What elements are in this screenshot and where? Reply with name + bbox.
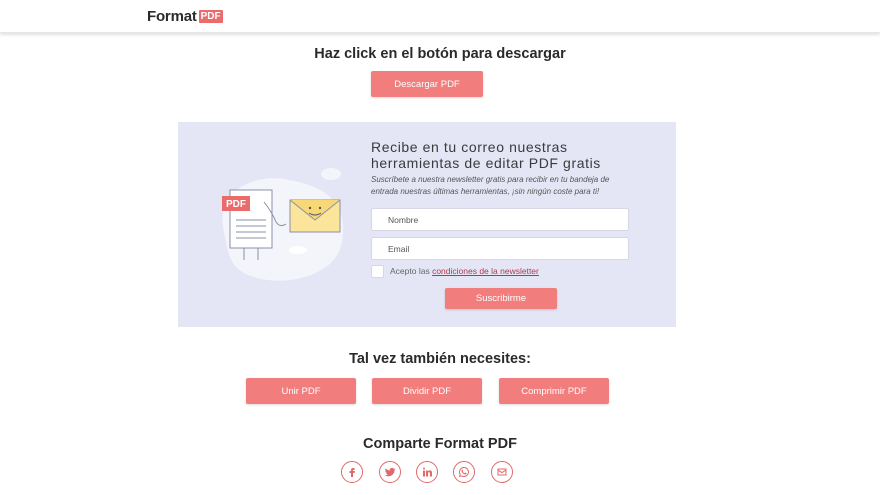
terms-checkbox[interactable] [371, 265, 384, 278]
email-icon [497, 468, 507, 476]
logo-badge: PDF [198, 10, 223, 23]
download-title: Haz click en el botón para descargar [314, 46, 566, 62]
merge-pdf-button[interactable]: Unir PDF [246, 378, 356, 404]
subscribe-button[interactable]: Suscribirme [445, 288, 557, 309]
newsletter-subtitle: Suscríbete a nuestra newsletter gratis p… [371, 175, 610, 196]
facebook-icon [349, 468, 355, 477]
site-header: Format PDF [0, 0, 880, 33]
illustration-badge: PDF [226, 199, 246, 210]
terms-link[interactable]: condiciones de la newsletter [432, 266, 539, 276]
terms-label: Acepto las condiciones de la newsletter [390, 266, 539, 276]
newsletter-title: Recibe en tu correo nuestras herramienta… [371, 139, 601, 171]
whatsapp-share-button[interactable] [453, 461, 475, 483]
twitter-icon [385, 467, 396, 477]
linkedin-icon [423, 467, 432, 477]
name-input[interactable] [371, 208, 629, 231]
newsletter-illustration: PDF [222, 168, 344, 281]
newsletter-panel: PDF Recibe en tu correo nuestras herrami… [178, 122, 676, 327]
share-title: Comparte Format PDF [363, 436, 517, 452]
linkedin-share-button[interactable] [416, 461, 438, 483]
twitter-share-button[interactable] [379, 461, 401, 483]
facebook-share-button[interactable] [341, 461, 363, 483]
email-input[interactable] [371, 237, 629, 260]
email-share-button[interactable] [491, 461, 513, 483]
format-pdf-logo[interactable]: Format PDF [147, 8, 223, 25]
compress-pdf-button[interactable]: Comprimir PDF [499, 378, 609, 404]
split-pdf-button[interactable]: Dividir PDF [372, 378, 482, 404]
related-tools-title: Tal vez también necesites: [349, 351, 531, 367]
logo-text: Format [147, 8, 197, 25]
whatsapp-icon [459, 467, 469, 477]
terms-prefix: Acepto las [390, 266, 430, 276]
download-pdf-button[interactable]: Descargar PDF [371, 71, 483, 97]
